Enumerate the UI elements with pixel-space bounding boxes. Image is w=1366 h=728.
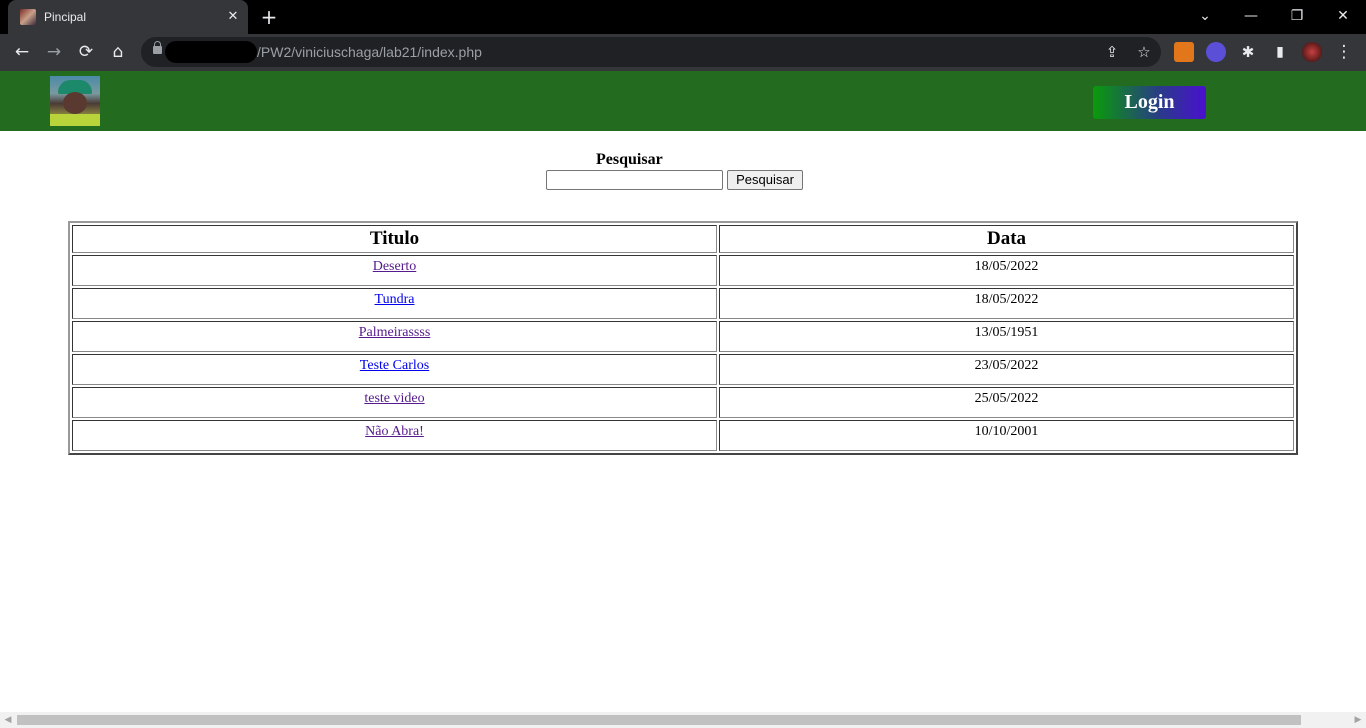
favicon-icon: [20, 9, 36, 25]
title-link[interactable]: teste video: [364, 391, 424, 406]
title-cell: teste video: [72, 387, 717, 418]
results-table: Titulo Data Deserto 18/05/2022 Tundra 18…: [68, 221, 1298, 455]
title-link[interactable]: Não Abra!: [365, 424, 424, 439]
search-input[interactable]: [546, 170, 723, 190]
active-tab[interactable]: Pincipal ✕: [8, 0, 248, 34]
date-cell: 13/05/1951: [719, 321, 1294, 352]
search-form: Pesquisar Pesquisar: [0, 150, 1366, 192]
table-row: Tundra 18/05/2022: [72, 288, 1294, 319]
table-row: teste video 25/05/2022: [72, 387, 1294, 418]
table-row: Não Abra! 10/10/2001: [72, 420, 1294, 451]
home-icon[interactable]: ⌂: [107, 41, 129, 63]
table-row: Deserto 18/05/2022: [72, 255, 1294, 286]
title-link[interactable]: Tundra: [375, 292, 415, 307]
redacted-host: [165, 41, 257, 63]
title-cell: Não Abra!: [72, 420, 717, 451]
user-avatar[interactable]: [50, 76, 100, 126]
side-panel-icon[interactable]: ▮: [1269, 41, 1291, 63]
search-button[interactable]: Pesquisar: [727, 170, 803, 190]
title-link[interactable]: Deserto: [373, 259, 417, 274]
horizontal-scrollbar[interactable]: ◀ ▶: [0, 712, 1366, 728]
window-close-button[interactable]: ✕: [1331, 4, 1355, 28]
extension-icon[interactable]: [1206, 42, 1226, 62]
browser-toolbar: ← → ⟳ ⌂ /PW2/viniciuschaga/lab21/index.p…: [0, 34, 1366, 71]
column-header-title: Titulo: [72, 225, 717, 253]
tab-title: Pincipal: [44, 10, 87, 24]
tab-search-icon[interactable]: ⌄: [1193, 4, 1217, 28]
scroll-right-icon[interactable]: ▶: [1350, 712, 1366, 728]
tab-strip: Pincipal ✕ + ⌄ — ❐ ✕: [0, 0, 1366, 34]
column-header-date: Data: [719, 225, 1294, 253]
profile-avatar[interactable]: [1302, 42, 1322, 62]
scroll-left-icon[interactable]: ◀: [0, 712, 16, 728]
title-link[interactable]: Teste Carlos: [360, 358, 429, 373]
metamask-extension-icon[interactable]: [1174, 42, 1194, 62]
date-cell: 18/05/2022: [719, 255, 1294, 286]
title-link[interactable]: Palmeirassss: [359, 325, 431, 340]
login-button[interactable]: Login: [1093, 86, 1206, 119]
back-icon[interactable]: ←: [11, 41, 33, 63]
date-cell: 23/05/2022: [719, 354, 1294, 385]
minimize-button[interactable]: —: [1239, 4, 1263, 28]
bookmark-star-icon[interactable]: ☆: [1133, 41, 1155, 63]
date-cell: 18/05/2022: [719, 288, 1294, 319]
table-row: Teste Carlos 23/05/2022: [72, 354, 1294, 385]
table-header-row: Titulo Data: [72, 225, 1294, 253]
close-tab-icon[interactable]: ✕: [224, 8, 242, 26]
title-cell: Palmeirassss: [72, 321, 717, 352]
url-text[interactable]: /PW2/viniciuschaga/lab21/index.php: [257, 44, 482, 60]
lock-icon[interactable]: [153, 41, 162, 54]
site-header: Login: [0, 71, 1366, 131]
date-cell: 25/05/2022: [719, 387, 1294, 418]
avatar-shirt: [50, 114, 100, 126]
title-cell: Deserto: [72, 255, 717, 286]
scrollbar-thumb[interactable]: [17, 715, 1301, 725]
extensions-puzzle-icon[interactable]: ✱: [1237, 41, 1259, 63]
reload-icon[interactable]: ⟳: [75, 41, 97, 63]
table-row: Palmeirassss 13/05/1951: [72, 321, 1294, 352]
address-bar[interactable]: /PW2/viniciuschaga/lab21/index.php ⇪ ☆: [141, 37, 1161, 67]
menu-icon[interactable]: ⋮: [1333, 41, 1355, 63]
share-icon[interactable]: ⇪: [1101, 41, 1123, 63]
search-label: Pesquisar: [596, 151, 663, 168]
new-tab-button[interactable]: +: [258, 6, 280, 28]
restore-button[interactable]: ❐: [1285, 4, 1309, 28]
title-cell: Teste Carlos: [72, 354, 717, 385]
avatar-face: [63, 92, 87, 114]
forward-icon[interactable]: →: [43, 41, 65, 63]
title-cell: Tundra: [72, 288, 717, 319]
date-cell: 10/10/2001: [719, 420, 1294, 451]
